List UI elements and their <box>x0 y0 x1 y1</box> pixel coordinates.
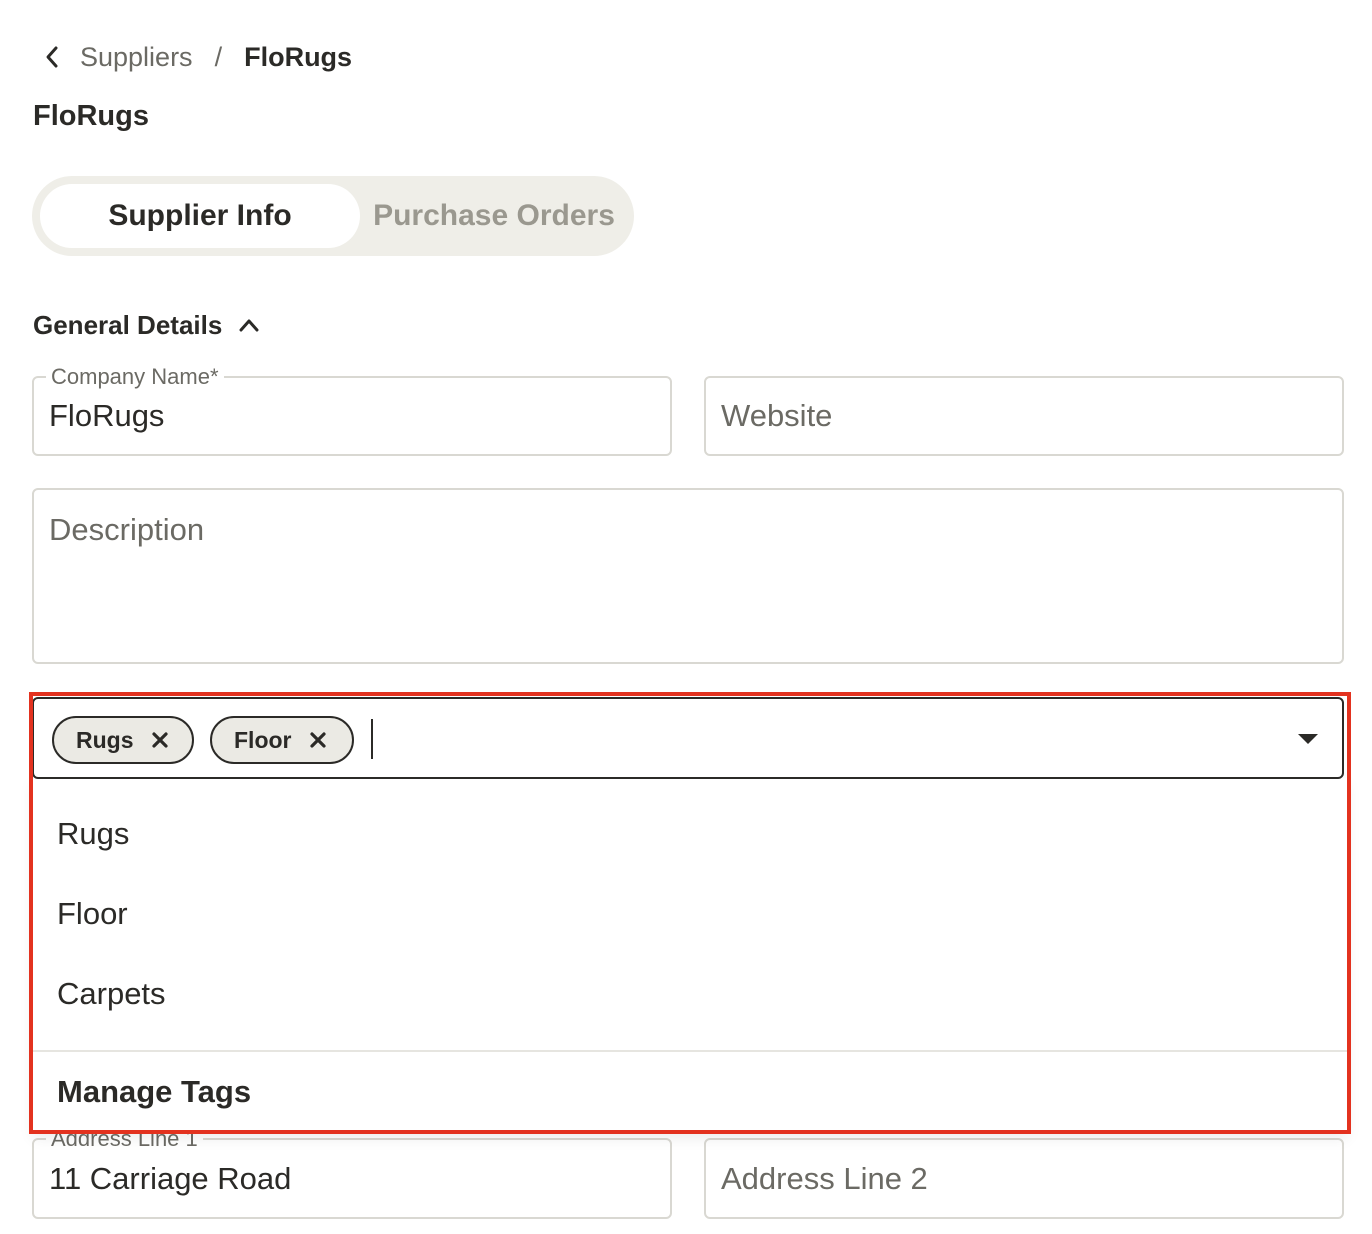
tab-supplier-info[interactable]: Supplier Info <box>40 184 360 248</box>
menu-divider <box>33 1050 1347 1052</box>
company-name-value[interactable]: FloRugs <box>49 398 164 434</box>
breadcrumb-current: FloRugs <box>244 41 353 72</box>
general-details-header[interactable]: General Details <box>33 306 260 344</box>
tags-dropdown-menu: Rugs Floor Carpets Manage Tags <box>33 778 1347 1132</box>
tag-chip-label: Floor <box>234 726 292 753</box>
text-caret <box>371 719 373 759</box>
triangle-down-icon[interactable] <box>1296 729 1320 749</box>
address-line2-field[interactable]: Address Line 2 <box>704 1138 1344 1219</box>
company-name-label: Company Name* <box>46 364 224 390</box>
menu-item-rugs[interactable]: Rugs <box>57 816 129 852</box>
menu-item-carpets[interactable]: Carpets <box>57 976 166 1012</box>
address-line2-placeholder[interactable]: Address Line 2 <box>721 1161 928 1197</box>
chevron-up-icon[interactable] <box>238 317 260 333</box>
tab-bar: Supplier Info Purchase Orders <box>32 176 634 256</box>
manage-tags-button[interactable]: Manage Tags <box>57 1074 251 1110</box>
website-placeholder[interactable]: Website <box>721 398 832 434</box>
tags-input[interactable]: Rugs Floor <box>32 697 1344 779</box>
section-title: General Details <box>33 309 223 340</box>
tab-purchase-orders[interactable]: Purchase Orders <box>362 184 626 248</box>
page-title: FloRugs <box>33 100 149 132</box>
chevron-left-icon[interactable] <box>40 38 64 76</box>
website-field[interactable]: Website <box>704 376 1344 456</box>
breadcrumb-separator: / <box>214 41 223 72</box>
breadcrumb-link-suppliers[interactable]: Suppliers <box>80 42 193 73</box>
address-line1-value[interactable]: 11 Carriage Road <box>49 1161 291 1197</box>
close-icon[interactable] <box>306 728 330 752</box>
close-icon[interactable] <box>148 728 172 752</box>
address-line1-field[interactable]: Address Line 1 11 Carriage Road <box>32 1126 672 1219</box>
tag-chip-floor: Floor <box>210 716 354 764</box>
menu-item-floor[interactable]: Floor <box>57 896 128 932</box>
description-placeholder[interactable]: Description <box>49 512 204 548</box>
description-field[interactable]: Description <box>32 488 1344 664</box>
company-name-field[interactable]: Company Name* FloRugs <box>32 364 672 456</box>
tag-chip-label: Rugs <box>76 726 134 753</box>
breadcrumb: Suppliers / FloRugs <box>40 38 352 76</box>
tag-chip-rugs: Rugs <box>52 716 194 764</box>
